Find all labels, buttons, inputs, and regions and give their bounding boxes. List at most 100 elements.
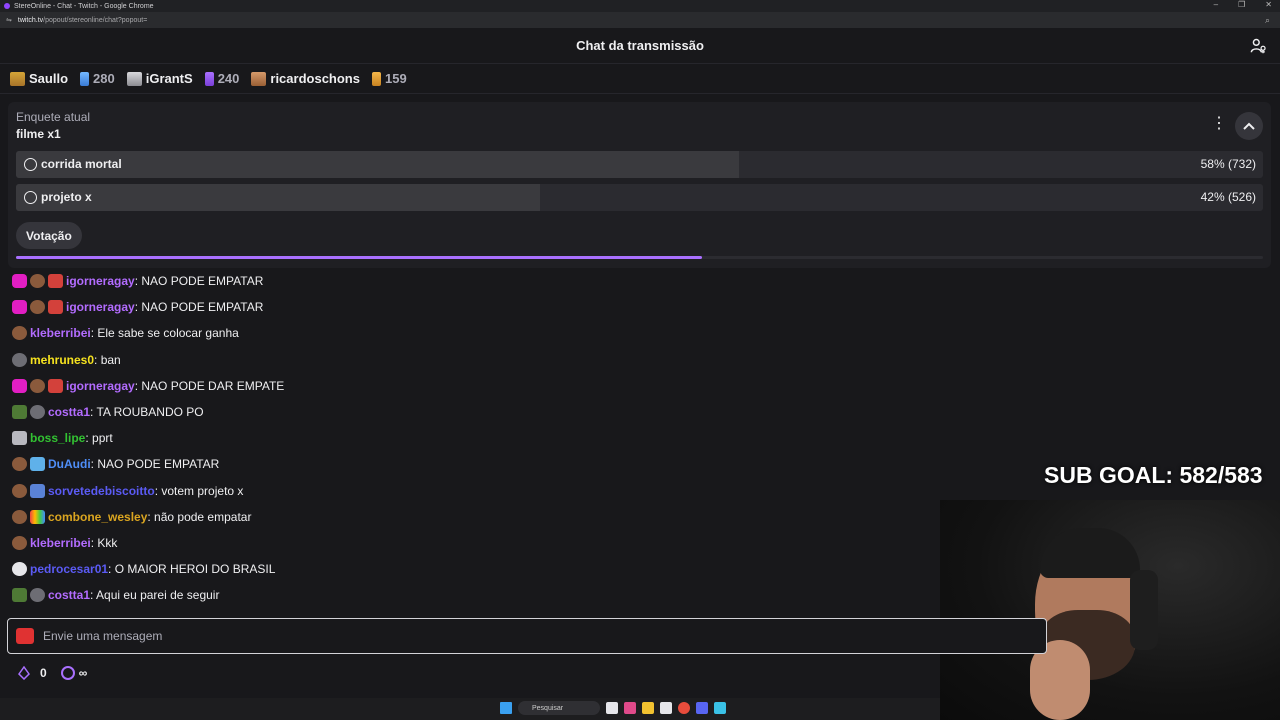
chat-message[interactable]: combone_wesley : não pode empatar: [12, 504, 1012, 530]
community-icon[interactable]: [1250, 37, 1268, 55]
os-taskbar: Pesquisar: [0, 698, 940, 720]
chat-message[interactable]: boss_lipe : pprt: [12, 425, 1012, 451]
maximize-icon[interactable]: ❐: [1238, 0, 1245, 9]
copilot-icon[interactable]: [624, 702, 636, 714]
gift-gold-icon: [10, 71, 25, 86]
site-info-icon[interactable]: ⇋: [6, 16, 12, 24]
radio-icon: [24, 158, 37, 171]
poll-option[interactable]: projeto x 42% (526): [16, 184, 1263, 211]
notepad-icon[interactable]: [714, 702, 726, 714]
sub-badge-icon: [12, 326, 27, 341]
leaderboard-entry[interactable]: Saullo: [10, 71, 68, 86]
chat-username[interactable]: costta1: [48, 405, 90, 419]
widgets-icon[interactable]: [606, 702, 618, 714]
chat-username[interactable]: igorneragay: [66, 379, 135, 393]
chat-text: : NAO PODE EMPATAR: [134, 300, 264, 315]
close-icon[interactable]: ✕: [1265, 0, 1272, 9]
discord-icon[interactable]: [696, 702, 708, 714]
chat-message-list: igorneragay : NAO PODE EMPATAR igornerag…: [12, 268, 1012, 608]
address-bar[interactable]: ⇋ twitch.tv /popout/stereonline/chat?pop…: [0, 12, 1280, 28]
chat-text: : NAO PODE DAR EMPATE: [134, 378, 285, 393]
chat-message[interactable]: sorvetedebiscoitto : votem projeto x: [12, 478, 1012, 504]
gift-icon: [80, 71, 90, 86]
chat-message[interactable]: costta1 : Aqui eu parei de seguir: [12, 582, 1012, 608]
gift-badge-icon: [48, 300, 63, 315]
chat-input[interactable]: Envie uma mensagem: [7, 618, 1047, 654]
robot-badge-icon: [12, 431, 27, 446]
chat-message[interactable]: mehrunes0 : ban: [12, 347, 1012, 373]
chat-message[interactable]: costta1 : TA ROUBANDO PO: [12, 399, 1012, 425]
sub-badge-icon: [12, 483, 27, 498]
glasses-badge-icon: [30, 588, 45, 603]
heart-badge-icon: [12, 300, 27, 315]
chat-text: : NAO PODE EMPATAR: [90, 457, 220, 472]
chat-username[interactable]: costta1: [48, 588, 90, 602]
poll-title: filme x1: [16, 127, 61, 141]
chat-username[interactable]: pedrocesar01: [30, 562, 108, 576]
windows-start-icon[interactable]: [500, 702, 512, 714]
more-options-icon[interactable]: ⋮: [1211, 116, 1227, 132]
sub-badge-icon: [12, 509, 27, 524]
poll-option[interactable]: corrida mortal 58% (732): [16, 151, 1263, 178]
chat-username[interactable]: mehrunes0: [30, 353, 94, 367]
leaderboard-count: 240: [204, 71, 239, 86]
poll-option-fill: [16, 184, 540, 211]
leaderboard-count: 159: [371, 71, 407, 86]
streamer-cap: [1040, 528, 1140, 578]
chat-message[interactable]: kleberribei : Ele sabe se colocar ganha: [12, 320, 1012, 346]
url-path: /popout/stereonline/chat?popout=: [43, 16, 148, 24]
minimize-icon[interactable]: –: [1214, 0, 1218, 9]
chat-message[interactable]: pedrocesar01 : O MAIOR HEROI DO BRASIL: [12, 556, 1012, 582]
channel-points-value: ∞: [78, 666, 88, 680]
leaderboard-entry[interactable]: iGrantS: [126, 71, 193, 86]
sub-goal-overlay: SUB GOAL: 582/583: [1044, 462, 1263, 488]
sub-badge-icon: [12, 535, 27, 550]
leaderboard-user: iGrantS: [145, 71, 193, 86]
chat-text: : ban: [94, 352, 121, 367]
video-camera-icon[interactable]: [16, 628, 34, 644]
chat-username[interactable]: kleberribei: [30, 326, 91, 340]
chat-username[interactable]: igorneragay: [66, 300, 135, 314]
leaderboard-user: Saullo: [29, 71, 69, 86]
gift-badge-icon: [48, 378, 63, 393]
poll-timer-bar: [16, 256, 1263, 259]
poll-card: Enquete atual filme x1 ⋮ corrida mortal …: [8, 102, 1271, 268]
file-explorer-icon[interactable]: [642, 702, 654, 714]
chat-username[interactable]: boss_lipe: [30, 431, 85, 445]
chat-message[interactable]: igorneragay : NAO PODE DAR EMPATE: [12, 373, 1012, 399]
chat-message[interactable]: igorneragay : NAO PODE EMPATAR: [12, 268, 1012, 294]
gift-leaderboard: Saullo 280 iGrantS 240 ricardoschons 159: [0, 64, 1280, 94]
leaderboard-entry[interactable]: ricardoschons: [251, 71, 360, 86]
poll-option-name: projeto x: [41, 190, 92, 204]
taskbar-search[interactable]: Pesquisar: [518, 701, 600, 715]
vote-button[interactable]: Votação: [16, 222, 82, 249]
chat-text: : Ele sabe se colocar ganha: [90, 326, 239, 341]
channel-points-icon[interactable]: [60, 666, 75, 680]
chat-message[interactable]: kleberribei : Kkk: [12, 530, 1012, 556]
poll-option-result: 42% (526): [1200, 190, 1256, 204]
collapse-button[interactable]: [1235, 112, 1263, 140]
headphones-icon: [1130, 570, 1158, 650]
chat-input-placeholder: Envie uma mensagem: [43, 629, 163, 643]
browser-titlebar: StereOnline - Chat - Twitch - Google Chr…: [0, 0, 1280, 12]
chat-text: : votem projeto x: [154, 483, 244, 498]
chat-message[interactable]: DuAudi : NAO PODE EMPATAR: [12, 451, 1012, 477]
chat-username[interactable]: igorneragay: [66, 274, 135, 288]
chat-username[interactable]: DuAudi: [48, 457, 91, 471]
bits-icon[interactable]: [18, 666, 30, 680]
gift-icon: [204, 71, 214, 86]
chat-username[interactable]: kleberribei: [30, 536, 91, 550]
zoom-icon[interactable]: ⌕: [1265, 15, 1270, 26]
prime-badge-icon: [30, 457, 45, 472]
chat-username[interactable]: sorvetedebiscoitto: [48, 484, 155, 498]
chat-text: : Kkk: [90, 535, 118, 550]
chat-header: Chat da transmissão: [0, 28, 1280, 64]
gift-icon: [371, 71, 381, 86]
gift-badge-icon: [48, 274, 63, 289]
chat-message[interactable]: igorneragay : NAO PODE EMPATAR: [12, 294, 1012, 320]
chrome-icon[interactable]: [678, 702, 690, 714]
store-icon[interactable]: [660, 702, 672, 714]
cat-badge-icon: [30, 483, 45, 498]
chat-username[interactable]: combone_wesley: [48, 510, 147, 524]
gift-count: 280: [93, 71, 115, 86]
